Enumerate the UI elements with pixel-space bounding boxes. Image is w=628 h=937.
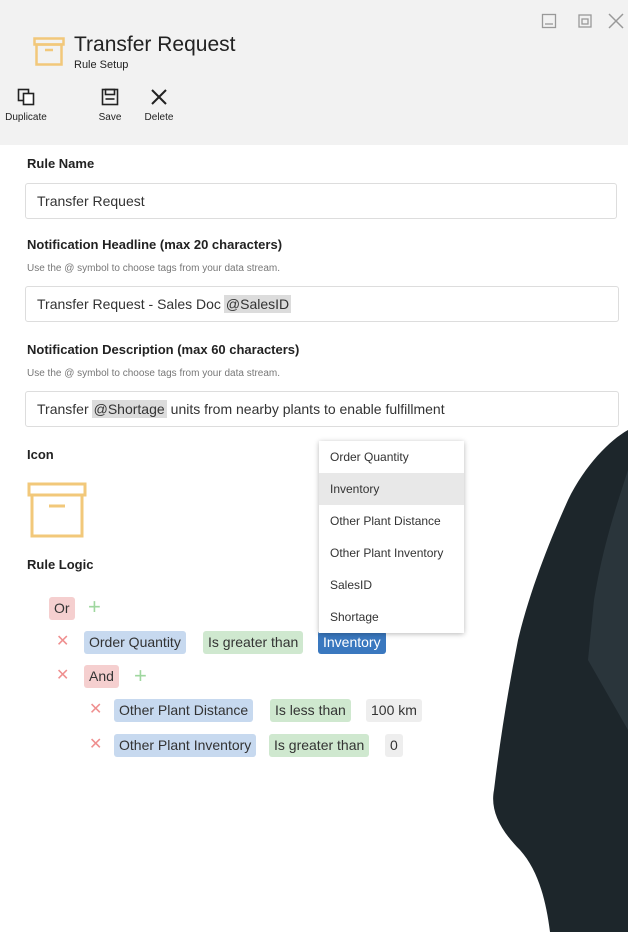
page-subtitle: Rule Setup bbox=[74, 59, 129, 71]
rule-name-label: Rule Name bbox=[27, 156, 95, 171]
condition-value[interactable]: Inventory bbox=[318, 631, 386, 654]
or-operator[interactable]: Or bbox=[49, 597, 75, 620]
remove-icon[interactable]: ✕ bbox=[56, 634, 69, 650]
rule-name-input[interactable]: Transfer Request bbox=[25, 183, 617, 219]
rule-logic-label: Rule Logic bbox=[27, 557, 94, 572]
and-operator[interactable]: And bbox=[84, 665, 119, 688]
archive-box-icon bbox=[33, 37, 65, 72]
condition-field[interactable]: Order Quantity bbox=[84, 631, 186, 654]
dropdown-option[interactable]: Inventory bbox=[319, 473, 464, 505]
tag-dropdown: Order Quantity Inventory Other Plant Dis… bbox=[319, 441, 464, 633]
description-text-after: units from nearby plants to enable fulfi… bbox=[170, 401, 445, 417]
headline-input[interactable]: Transfer Request - Sales Doc @SalesID bbox=[25, 286, 619, 322]
headline-label: Notification Headline (max 20 characters… bbox=[27, 237, 283, 252]
condition-field[interactable]: Other Plant Distance bbox=[114, 699, 254, 722]
rule-name-value: Transfer Request bbox=[37, 193, 145, 209]
remove-icon[interactable]: ✕ bbox=[89, 702, 102, 718]
remove-icon[interactable]: ✕ bbox=[89, 737, 102, 753]
save-button[interactable]: Save bbox=[94, 88, 126, 123]
headline-text: Transfer Request - Sales Doc bbox=[37, 296, 221, 312]
save-icon bbox=[94, 88, 126, 108]
description-input[interactable]: Transfer @Shortage units from nearby pla… bbox=[25, 391, 619, 427]
condition-field[interactable]: Other Plant Inventory bbox=[114, 734, 257, 757]
dropdown-option[interactable]: Order Quantity bbox=[319, 441, 464, 473]
description-text-before: Transfer bbox=[37, 401, 89, 417]
condition-value[interactable]: 100 km bbox=[366, 699, 422, 722]
restore-icon[interactable] bbox=[576, 12, 594, 30]
save-label: Save bbox=[98, 112, 122, 123]
page-title: Transfer Request bbox=[74, 33, 236, 56]
dropdown-option[interactable]: Shortage bbox=[319, 601, 464, 633]
archive-box-icon[interactable] bbox=[27, 482, 87, 543]
condition-operator[interactable]: Is less than bbox=[270, 699, 351, 722]
dropdown-option[interactable]: Other Plant Inventory bbox=[319, 537, 464, 569]
delete-label: Delete bbox=[144, 112, 174, 123]
description-tag[interactable]: @Shortage bbox=[91, 400, 167, 418]
description-help: Use the @ symbol to choose tags from you… bbox=[27, 368, 281, 379]
headline-tag[interactable]: @SalesID bbox=[223, 295, 292, 313]
duplicate-label: Duplicate bbox=[5, 112, 47, 123]
add-icon[interactable]: + bbox=[88, 596, 101, 618]
dropdown-option[interactable]: SalesID bbox=[319, 569, 464, 601]
duplicate-icon bbox=[0, 88, 52, 108]
close-icon[interactable] bbox=[607, 12, 625, 30]
duplicate-button[interactable]: Duplicate bbox=[0, 88, 52, 123]
headline-help: Use the @ symbol to choose tags from you… bbox=[27, 263, 281, 274]
person-photo bbox=[490, 430, 628, 937]
minimize-icon[interactable] bbox=[540, 12, 558, 30]
delete-icon bbox=[140, 88, 178, 108]
add-icon[interactable]: + bbox=[134, 665, 147, 687]
icon-label: Icon bbox=[27, 447, 54, 462]
description-label: Notification Description (max 60 charact… bbox=[27, 342, 300, 357]
delete-button[interactable]: Delete bbox=[140, 88, 178, 123]
condition-value[interactable]: 0 bbox=[385, 734, 403, 757]
condition-operator[interactable]: Is greater than bbox=[203, 631, 304, 654]
remove-icon[interactable]: ✕ bbox=[56, 668, 69, 684]
header: Transfer Request Rule Setup Duplicate Sa… bbox=[0, 0, 628, 145]
condition-operator[interactable]: Is greater than bbox=[269, 734, 370, 757]
dropdown-option[interactable]: Other Plant Distance bbox=[319, 505, 464, 537]
